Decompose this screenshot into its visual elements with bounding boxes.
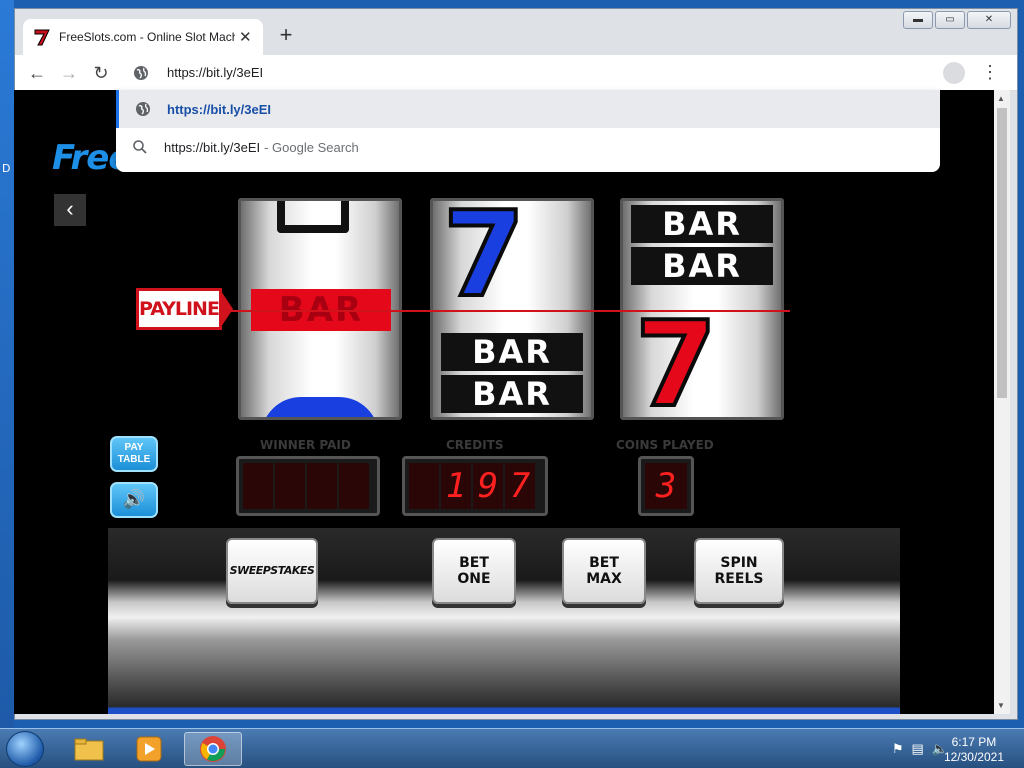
- bet-max-label-1: BET: [589, 555, 619, 571]
- bar-fragment: [277, 201, 349, 233]
- bet-one-label-1: BET: [459, 555, 489, 571]
- digit-cell: [307, 463, 337, 509]
- bet-one-button[interactable]: BET ONE: [432, 538, 516, 604]
- taskbar-media-player[interactable]: [122, 732, 176, 766]
- spin-label-2: REELS: [714, 571, 764, 587]
- suggestion-search[interactable]: https://bit.ly/3eEI - Google Search: [116, 128, 940, 166]
- reel-3-seven-symbol: 7: [633, 295, 719, 420]
- payline-label: PAYLINE: [136, 288, 222, 330]
- address-bar[interactable]: https://bit.ly/3eEI: [119, 59, 939, 87]
- minimize-button[interactable]: ▬: [903, 11, 933, 29]
- digit-cell: [409, 463, 439, 509]
- window-controls: ▬ ▭ ✕: [903, 11, 1011, 29]
- chrome-icon: [200, 736, 226, 762]
- speaker-icon: 🔊: [122, 489, 146, 509]
- system-tray: ⚑ ▤ 🔈: [892, 741, 948, 757]
- page-content: Free ‹ BAR 7 BAR BAR BAR BAR 7 PAYLINE P…: [14, 90, 994, 714]
- coins-played-display: 3: [638, 456, 694, 516]
- taskbar: ⚑ ▤ 🔈 6:17 PM 12/30/2021: [0, 728, 1024, 768]
- address-input[interactable]: https://bit.ly/3eEI: [167, 65, 263, 80]
- globe-icon: [134, 66, 148, 80]
- tab-close-icon[interactable]: ✕: [239, 28, 252, 46]
- suggestion-url[interactable]: https://bit.ly/3eEI: [116, 90, 940, 128]
- taskbar-chrome[interactable]: [184, 732, 242, 766]
- reel-2: 7 BAR BAR: [430, 198, 594, 420]
- scroll-thumb[interactable]: [997, 108, 1007, 398]
- sweepstakes-button[interactable]: SWEEPSTAKES: [226, 538, 318, 604]
- search-icon: [133, 140, 147, 154]
- seven-favicon-icon: [33, 28, 51, 46]
- bet-max-button[interactable]: BET MAX: [562, 538, 646, 604]
- payline-line: [136, 310, 790, 312]
- taskbar-explorer[interactable]: [62, 732, 116, 766]
- bet-one-label-2: ONE: [457, 571, 491, 587]
- reel-2-bar-top: BAR: [441, 333, 583, 371]
- start-button[interactable]: [6, 731, 44, 767]
- coins-played-digit: 3: [645, 463, 687, 509]
- reel-3-bar-top: BAR: [631, 205, 773, 243]
- action-center-icon[interactable]: ⚑: [892, 741, 904, 757]
- clock-time: 6:17 PM: [951, 735, 997, 749]
- seven-fragment: [261, 397, 379, 417]
- reel-3: BAR BAR 7: [620, 198, 784, 420]
- reel-3-bar-bottom: BAR: [631, 247, 773, 285]
- desktop-icon-label: D: [2, 162, 11, 175]
- digit-cell: [339, 463, 369, 509]
- clock-date: 12/30/2021: [943, 750, 1004, 764]
- clock[interactable]: 6:17 PM 12/30/2021: [944, 735, 1004, 765]
- profile-avatar-icon[interactable]: [943, 62, 965, 84]
- omnibox-suggestions: https://bit.ly/3eEI https://bit.ly/3eEI …: [116, 90, 940, 172]
- bet-max-label-2: MAX: [586, 571, 622, 587]
- suggestion-search-text: https://bit.ly/3eEI: [164, 139, 261, 155]
- digit-cell: [243, 463, 273, 509]
- credits-display: 1 9 7: [402, 456, 548, 516]
- pay-table-button[interactable]: PAY TABLE: [110, 436, 158, 472]
- payline-arrow: [219, 288, 233, 330]
- menu-icon[interactable]: ⋮: [981, 61, 999, 83]
- media-player-icon: [136, 736, 162, 762]
- network-icon[interactable]: ▤: [912, 741, 924, 757]
- tab-strip: FreeSlots.com - Online Slot Mach ✕ + ▬ ▭…: [15, 9, 1017, 55]
- close-window-button[interactable]: ✕: [967, 11, 1011, 29]
- pay-table-label-1: PAY: [124, 442, 144, 453]
- credits-digit: 1: [441, 463, 471, 509]
- globe-icon: [136, 102, 150, 116]
- new-tab-button[interactable]: +: [273, 23, 299, 49]
- spin-label-1: SPIN: [720, 555, 758, 571]
- suggestion-search-sub: - Google Search: [264, 139, 359, 155]
- credits-label: CREDITS: [446, 438, 504, 452]
- folder-icon: [74, 738, 104, 761]
- winner-paid-label: WINNER PAID: [260, 438, 351, 452]
- winner-paid-display: [236, 456, 380, 516]
- reel-2-seven-symbol: 7: [441, 198, 527, 323]
- tab-freeslots[interactable]: FreeSlots.com - Online Slot Mach ✕: [23, 19, 263, 55]
- scroll-up-icon[interactable]: ▲: [997, 94, 1005, 103]
- suggestion-url-text: https://bit.ly/3eEI: [167, 101, 272, 117]
- reel-1: BAR: [238, 198, 402, 420]
- reel-2-bar-bottom: BAR: [441, 375, 583, 413]
- sound-button[interactable]: 🔊: [110, 482, 158, 518]
- tab-title: FreeSlots.com - Online Slot Mach: [59, 30, 235, 44]
- scroll-down-icon[interactable]: ▼: [997, 701, 1005, 710]
- digit-cell: [275, 463, 305, 509]
- game-back-button[interactable]: ‹: [54, 194, 86, 226]
- pay-table-label-2: TABLE: [117, 454, 151, 465]
- vertical-scrollbar[interactable]: ▲ ▼: [994, 90, 1010, 714]
- credits-digit: 9: [473, 463, 503, 509]
- credits-digit: 7: [505, 463, 535, 509]
- coins-played-label: COINS PLAYED: [616, 438, 714, 452]
- forward-button[interactable]: →: [57, 61, 81, 85]
- back-button[interactable]: ←: [25, 61, 49, 85]
- maximize-button[interactable]: ▭: [935, 11, 965, 29]
- spin-reels-button[interactable]: SPIN REELS: [694, 538, 784, 604]
- browser-toolbar: ← → ↻ https://bit.ly/3eEI ⋮: [15, 55, 1017, 91]
- reload-button[interactable]: ↻: [89, 61, 113, 85]
- desktop-background: D: [0, 0, 14, 728]
